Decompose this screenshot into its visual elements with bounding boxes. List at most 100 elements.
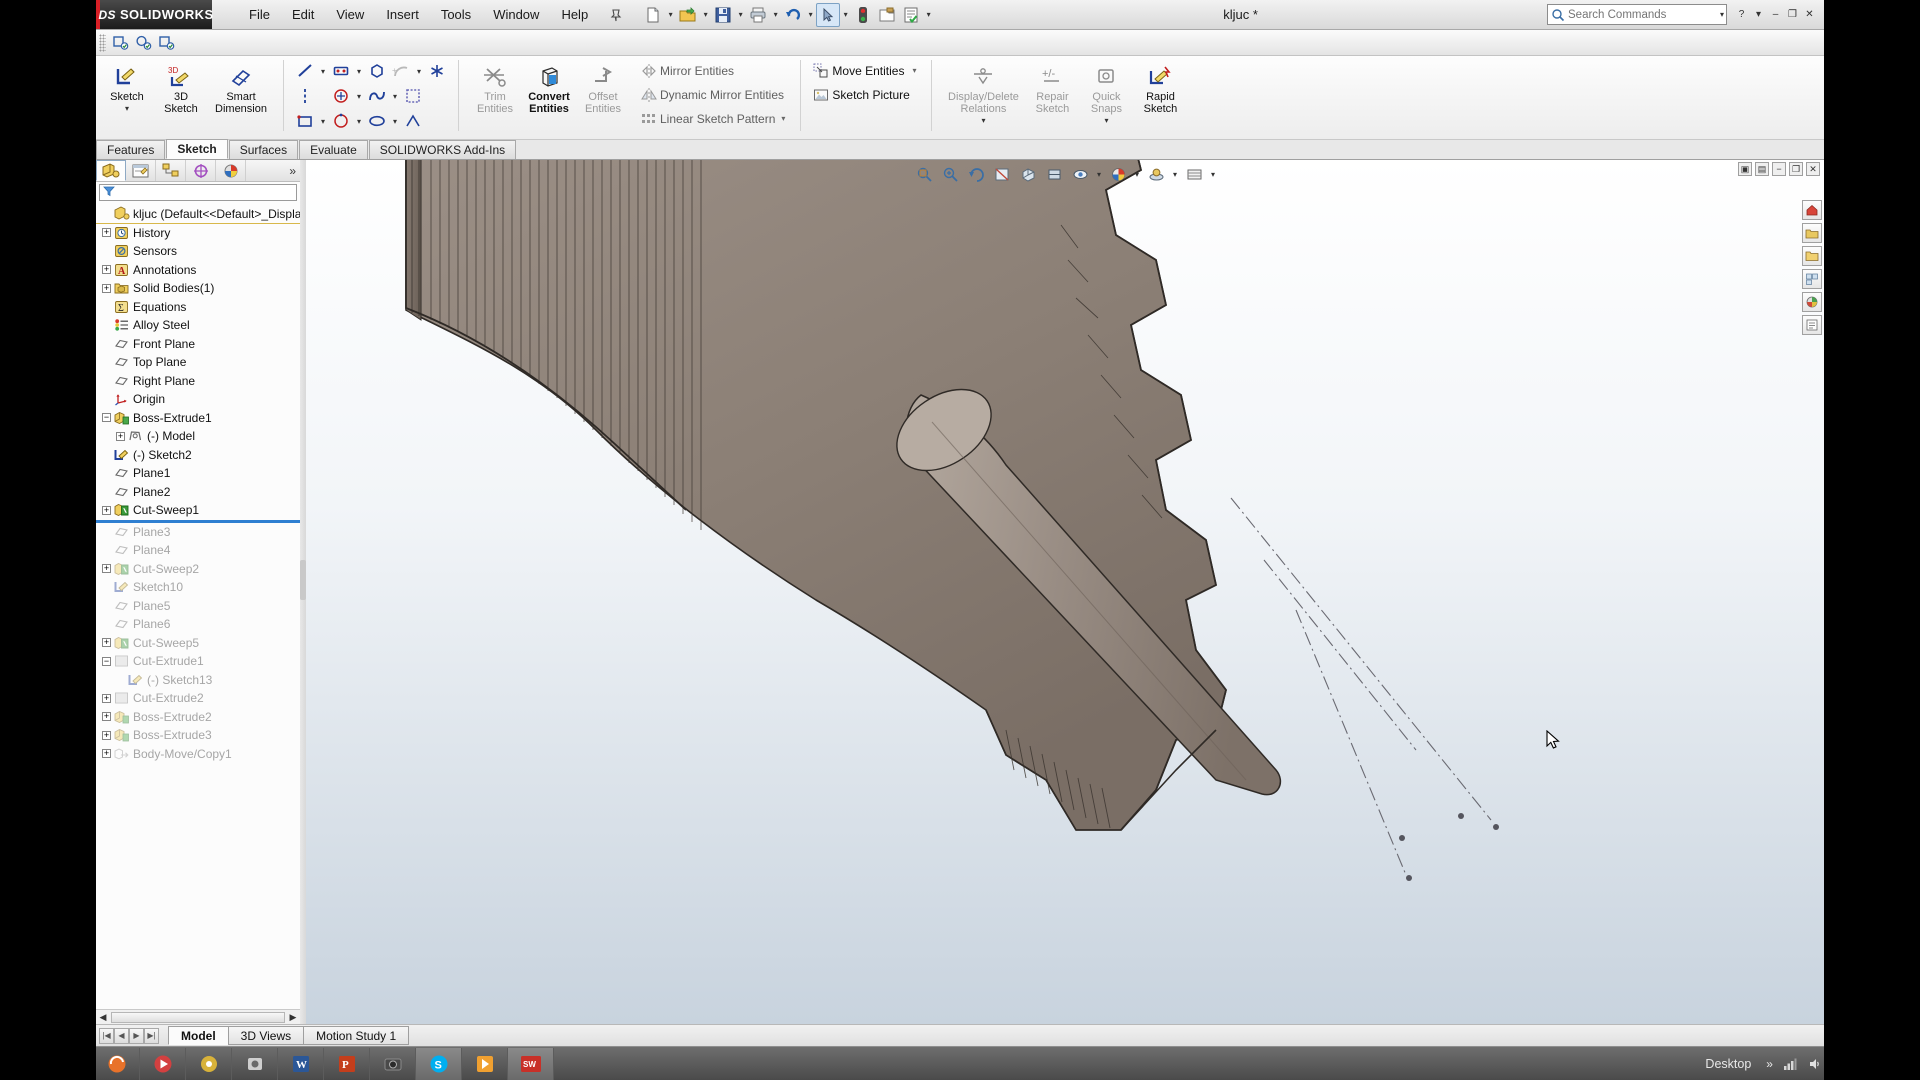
display-delete-relations-button[interactable]: Display/Delete Relations ▾: [941, 59, 1025, 125]
expand-box[interactable]: +: [102, 749, 111, 759]
offset-entities-button[interactable]: Offset Entities: [576, 59, 630, 115]
next-tab-button[interactable]: ▶: [129, 1027, 144, 1044]
tree-item-origin[interactable]: Origin: [96, 390, 300, 409]
expand-box[interactable]: +: [102, 228, 111, 238]
menu-item-edit[interactable]: Edit: [281, 3, 325, 26]
tree-root-item[interactable]: kljuc (Default<<Default>_Display: [96, 205, 300, 224]
file-explorer-icon[interactable]: [1802, 246, 1822, 266]
tree-expand-toggle[interactable]: +: [100, 729, 113, 742]
sketch-picture-item[interactable]: Sketch Picture: [810, 85, 915, 104]
sketch-button[interactable]: Sketch ▾: [100, 59, 154, 113]
tree-item-model[interactable]: + (-) Model: [96, 427, 300, 446]
graphics-tile-button[interactable]: ▣: [1738, 162, 1752, 176]
repair-sketch-button[interactable]: +/- Repair Sketch: [1025, 59, 1079, 115]
tree-item-cut-sweep5[interactable]: + Cut-Sweep5: [96, 634, 300, 653]
expand-box[interactable]: +: [102, 712, 111, 722]
graphics-close-button[interactable]: ✕: [1806, 162, 1820, 176]
taskbar-camera[interactable]: [370, 1047, 416, 1080]
close-button[interactable]: ✕: [1801, 6, 1818, 23]
spline-point-icon[interactable]: [425, 60, 449, 83]
tab-evaluate[interactable]: Evaluate: [299, 140, 368, 159]
edit-appearance-caret[interactable]: ▾: [1132, 163, 1142, 186]
tree-item-top-plane[interactable]: Top Plane: [96, 353, 300, 372]
tree-expand-toggle[interactable]: −: [100, 655, 113, 668]
taskbar-app[interactable]: [462, 1047, 508, 1080]
tree-item-sensors[interactable]: Sensors: [96, 242, 300, 261]
taskbar-word[interactable]: W: [278, 1047, 324, 1080]
arc-icon[interactable]: +: [389, 60, 413, 83]
feature-manager-more-button[interactable]: »: [289, 164, 296, 178]
tree-item-plane1[interactable]: Plane1: [96, 464, 300, 483]
expand-box[interactable]: +: [102, 638, 111, 648]
network-icon[interactable]: [1782, 1056, 1798, 1072]
open-document-caret[interactable]: ▾: [700, 3, 711, 27]
new-document-caret[interactable]: ▾: [665, 3, 676, 27]
tree-item-sketch10[interactable]: Sketch10: [96, 578, 300, 597]
move-entities-item[interactable]: Move Entities ▾: [810, 61, 922, 80]
new-document-button[interactable]: [641, 3, 665, 27]
plot-icon[interactable]: [401, 110, 425, 133]
feature-manager-tab[interactable]: [96, 160, 126, 181]
last-tab-button[interactable]: ▶|: [144, 1027, 159, 1044]
rectangle-icon[interactable]: [329, 60, 353, 83]
home-icon[interactable]: [1802, 200, 1822, 220]
menu-item-help[interactable]: Help: [550, 3, 599, 26]
print-caret[interactable]: ▾: [770, 3, 781, 27]
help-button[interactable]: ?: [1733, 6, 1750, 23]
rebuild-button[interactable]: [851, 3, 875, 27]
smart-dimension-button[interactable]: Smart Dimension: [208, 59, 274, 115]
tree-item-annotations[interactable]: + A Annotations: [96, 261, 300, 280]
tree-expand-toggle[interactable]: +: [100, 747, 113, 760]
sketch-relation-icon-1[interactable]: [109, 32, 132, 54]
sketch-fillet-icon[interactable]: [401, 85, 425, 108]
desktop-label[interactable]: Desktop: [1705, 1057, 1751, 1071]
tree-item-plane6[interactable]: Plane6: [96, 615, 300, 634]
perimeter-circle-icon[interactable]: [329, 110, 353, 133]
tree-item-alloy-steel[interactable]: Alloy Steel: [96, 316, 300, 335]
open-document-button[interactable]: [676, 3, 700, 27]
tab-features[interactable]: Features: [96, 140, 166, 159]
expand-box[interactable]: +: [102, 693, 111, 703]
trim-entities-button[interactable]: Trim Entities: [468, 59, 522, 115]
tree-item-sketch13[interactable]: (-) Sketch13: [96, 671, 300, 690]
bottom-tab-3d-views[interactable]: 3D Views: [227, 1026, 305, 1045]
scroll-left-arrow[interactable]: ◀: [96, 1012, 110, 1023]
volume-icon[interactable]: [1807, 1056, 1823, 1072]
search-commands-box[interactable]: ▾: [1547, 4, 1727, 25]
tree-expand-toggle[interactable]: +: [114, 430, 127, 443]
line-icon[interactable]: [293, 60, 317, 83]
mirror-entities-item[interactable]: Mirror Entities: [638, 61, 740, 80]
tree-expand-toggle[interactable]: +: [100, 226, 113, 239]
menu-item-window[interactable]: Window: [482, 3, 550, 26]
prev-tab-button[interactable]: ◀: [114, 1027, 129, 1044]
tree-item-equations[interactable]: Σ Equations: [96, 298, 300, 317]
hide-show-caret[interactable]: ▾: [1094, 163, 1104, 186]
tree-item-front-plane[interactable]: Front Plane: [96, 335, 300, 354]
centerline-icon[interactable]: [293, 85, 317, 108]
sketch-button-caret[interactable]: ▾: [125, 104, 129, 113]
quick-snaps-button[interactable]: Quick Snaps ▾: [1079, 59, 1133, 125]
tree-expand-toggle[interactable]: +: [100, 504, 113, 517]
save-button[interactable]: [711, 3, 735, 27]
tree-item-plane2[interactable]: Plane2: [96, 483, 300, 502]
minimize-button[interactable]: –: [1767, 6, 1784, 23]
tree-item-boss-extrude3[interactable]: + Boss-Extrude3: [96, 726, 300, 745]
window-dropdown-button[interactable]: ▾: [1750, 6, 1767, 23]
tab-sketch[interactable]: Sketch: [166, 139, 228, 159]
tree-expand-toggle[interactable]: +: [100, 636, 113, 649]
apply-scene-icon[interactable]: [1144, 163, 1168, 186]
menu-item-tools[interactable]: Tools: [430, 3, 482, 26]
custom-properties-icon[interactable]: [1802, 315, 1822, 335]
print-button[interactable]: [746, 3, 770, 27]
bottom-tab-motion-study[interactable]: Motion Study 1: [303, 1026, 410, 1045]
sketch-relation-icon-2[interactable]: [132, 32, 155, 54]
display-manager-tab[interactable]: [216, 160, 246, 181]
expand-box[interactable]: +: [102, 265, 111, 275]
file-properties-button[interactable]: [875, 3, 899, 27]
expand-box[interactable]: +: [102, 564, 111, 574]
tree-expand-toggle[interactable]: +: [100, 562, 113, 575]
taskbar-firefox[interactable]: [94, 1047, 140, 1080]
pushpin-icon[interactable]: [607, 6, 625, 24]
tree-item-cut-extrude2[interactable]: + Cut-Extrude2: [96, 689, 300, 708]
options-caret[interactable]: ▾: [923, 3, 934, 27]
